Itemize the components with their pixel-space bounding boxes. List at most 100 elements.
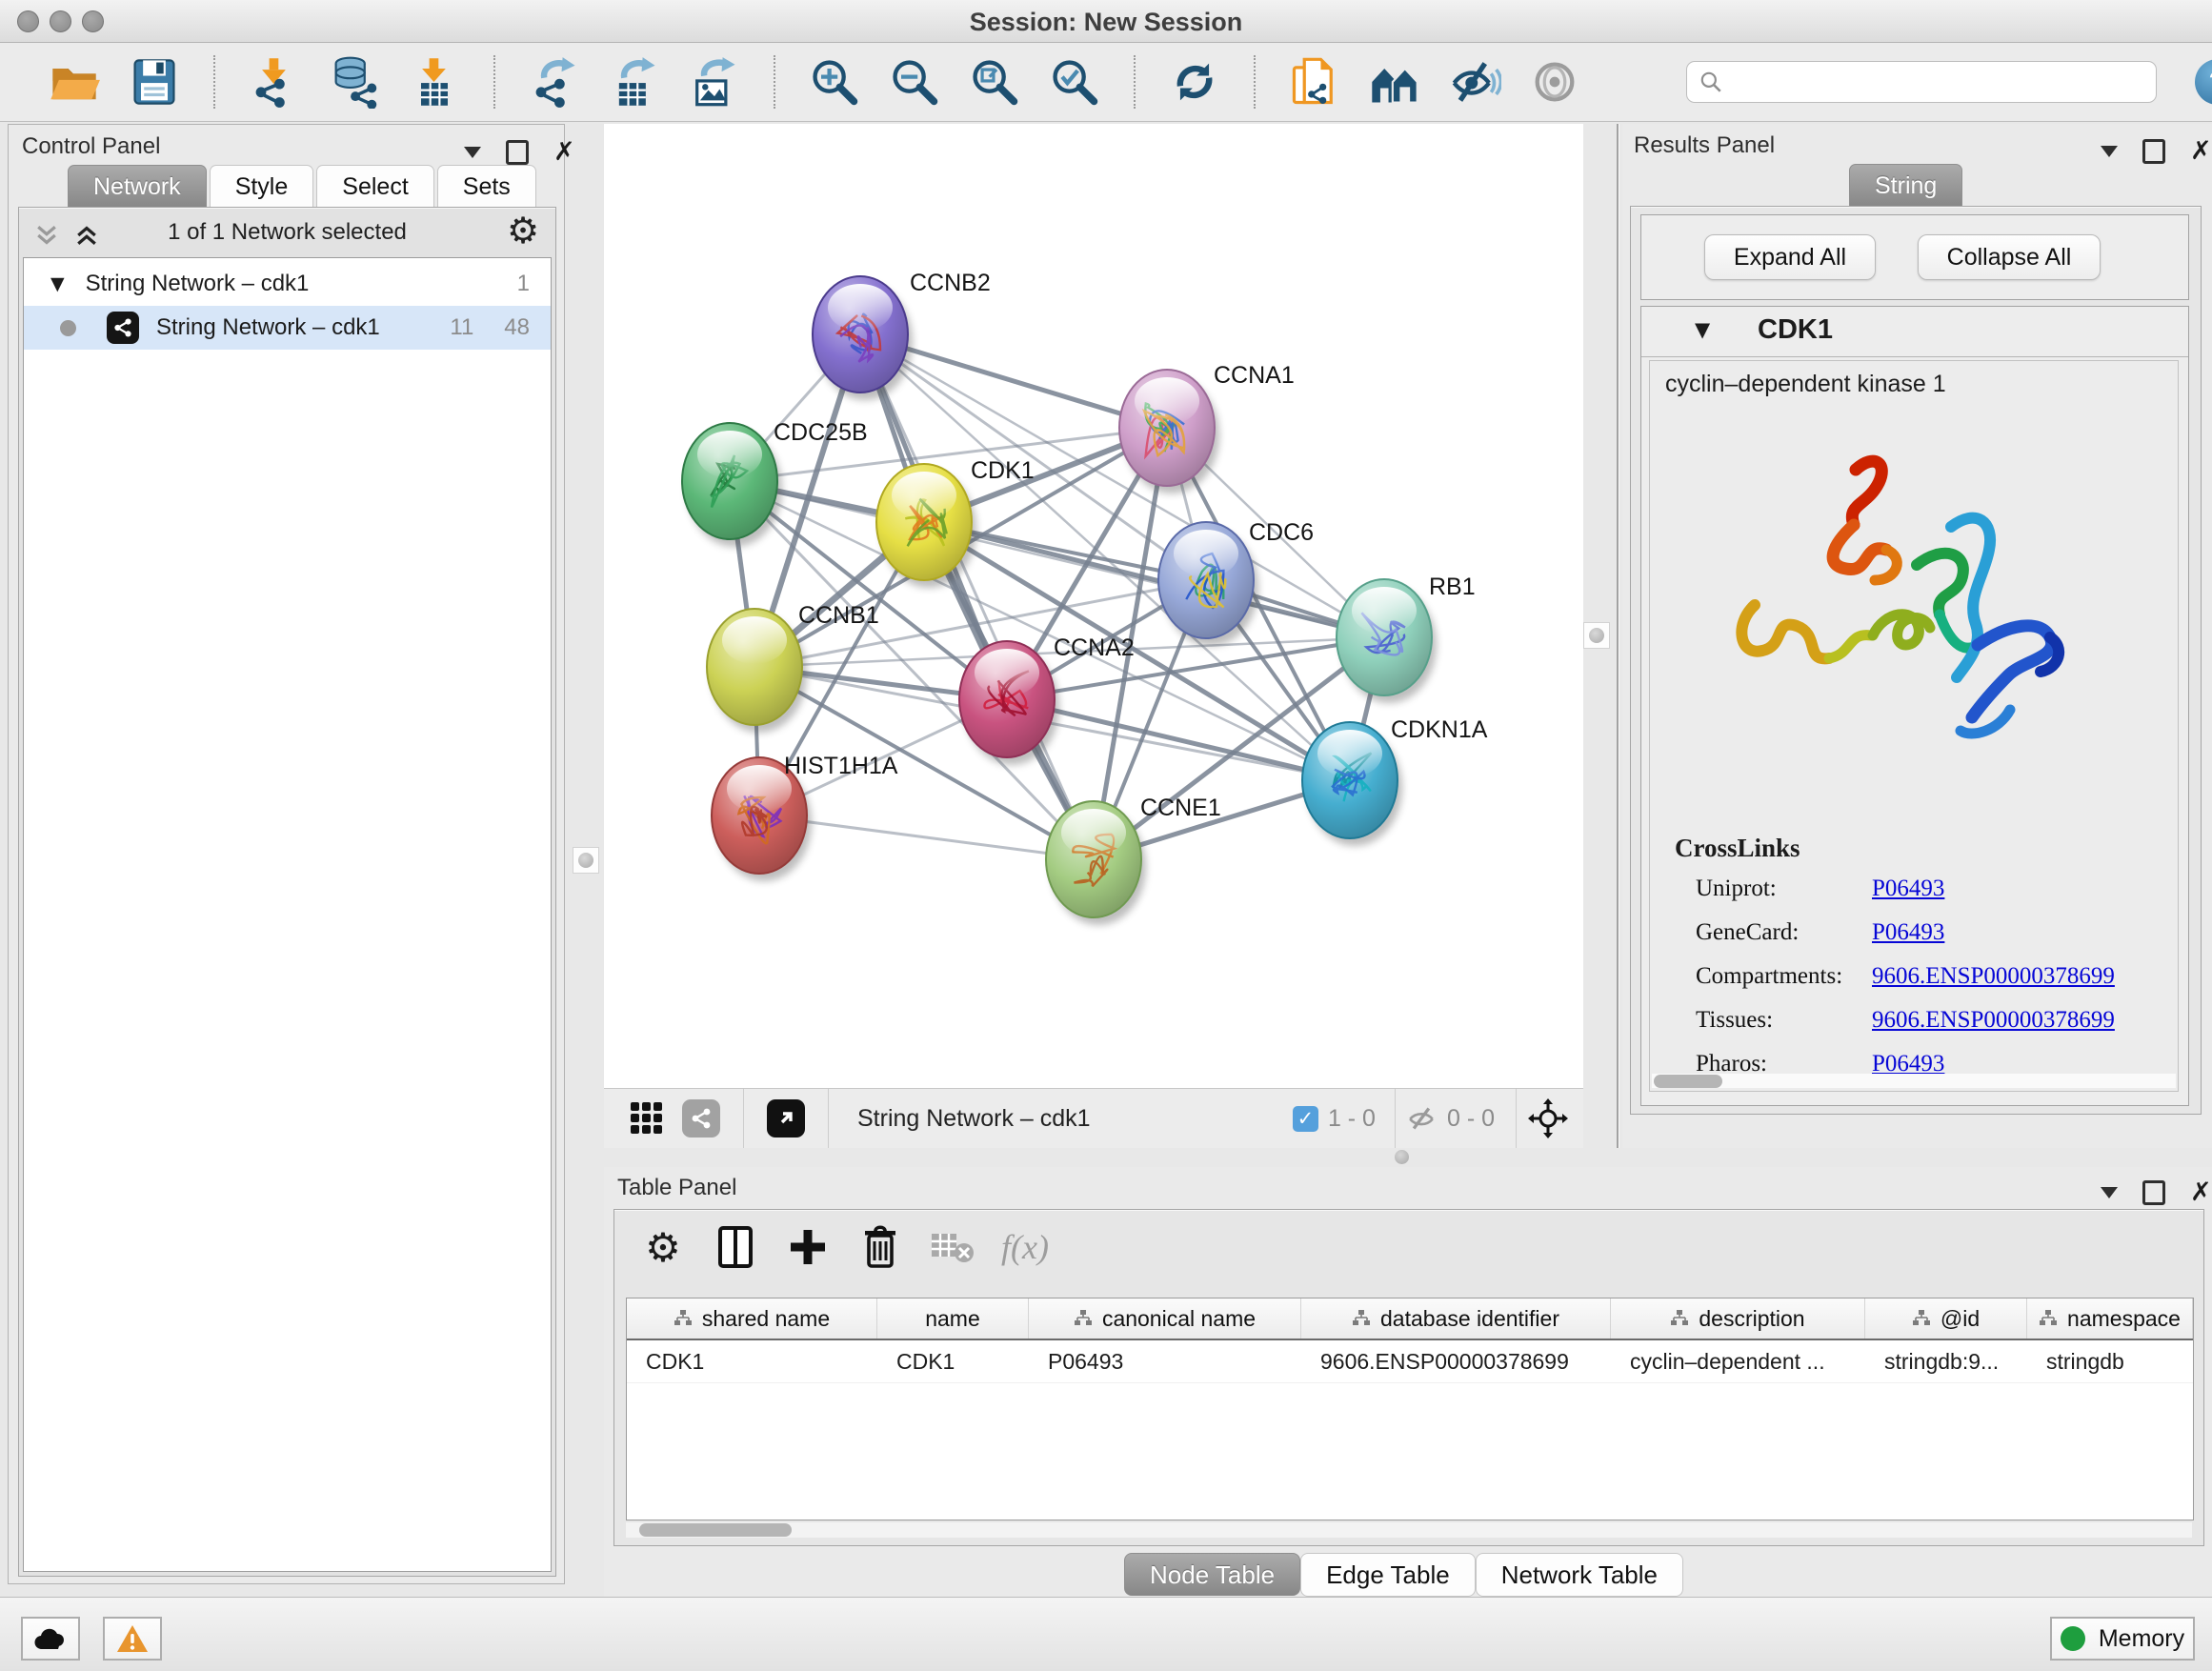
search-input[interactable] bbox=[1723, 68, 2127, 96]
crosslink-link[interactable]: P06493 bbox=[1872, 919, 1944, 946]
save-session-icon[interactable] bbox=[127, 54, 182, 110]
show-all-eye-icon[interactable] bbox=[1527, 54, 1582, 110]
network-status-dot-icon bbox=[60, 320, 76, 336]
right-splitter-handle[interactable] bbox=[1583, 622, 1610, 649]
import-network-file-icon[interactable] bbox=[247, 54, 302, 110]
crosslink-link[interactable]: 9606.ENSP00000378699 bbox=[1872, 1007, 2115, 1034]
tab-network-table[interactable]: Network Table bbox=[1476, 1553, 1683, 1597]
column-header-name[interactable]: name bbox=[877, 1299, 1029, 1339]
export-table-icon[interactable] bbox=[607, 54, 662, 110]
table-cell[interactable]: stringdb bbox=[2027, 1340, 2193, 1382]
export-image-icon[interactable] bbox=[687, 54, 742, 110]
table-panel-menu-icon[interactable] bbox=[2101, 1187, 2118, 1198]
share-view-icon[interactable] bbox=[682, 1099, 720, 1137]
table-cell[interactable]: cyclin–dependent ... bbox=[1611, 1340, 1865, 1382]
warning-button[interactable] bbox=[103, 1617, 162, 1661]
table-row[interactable]: CDK1CDK1P064939606.ENSP00000378699cyclin… bbox=[627, 1340, 2193, 1383]
hidden-eye-icon bbox=[1405, 1102, 1438, 1135]
zoom-fit-content-icon[interactable] bbox=[967, 54, 1022, 110]
column-header-canonical-name[interactable]: canonical name bbox=[1029, 1299, 1301, 1339]
selected-checkbox-icon[interactable]: ✓ bbox=[1293, 1106, 1318, 1132]
tab-node-table[interactable]: Node Table bbox=[1124, 1553, 1300, 1596]
search-field[interactable] bbox=[1686, 61, 2157, 103]
column-header-database-identifier[interactable]: database identifier bbox=[1301, 1299, 1611, 1339]
crosslink-link[interactable]: 9606.ENSP00000378699 bbox=[1872, 963, 2115, 990]
crosslink-row: Compartments:9606.ENSP00000378699 bbox=[1696, 963, 2162, 990]
table-panel-title: Table Panel bbox=[617, 1175, 736, 1201]
crosslink-link[interactable]: P06493 bbox=[1872, 876, 1944, 902]
delete-column-trash-icon[interactable] bbox=[855, 1221, 906, 1273]
crosslinks-title: CrossLinks bbox=[1675, 834, 1800, 863]
table-panel-float-icon[interactable] bbox=[2142, 1180, 2165, 1205]
network-options-gear-icon[interactable]: ⚙ bbox=[507, 210, 539, 252]
tab-edge-table[interactable]: Edge Table bbox=[1300, 1553, 1476, 1597]
results-panel-close-icon[interactable]: ✗ bbox=[2190, 142, 2212, 161]
delete-table-icon[interactable] bbox=[927, 1221, 978, 1273]
tab-style[interactable]: Style bbox=[210, 165, 314, 208]
tree-expand-icon[interactable]: ▼ bbox=[50, 273, 65, 294]
results-hscrollbar[interactable] bbox=[1652, 1074, 2176, 1088]
grid-view-icon[interactable] bbox=[629, 1100, 665, 1137]
function-builder-icon[interactable]: f(x) bbox=[999, 1221, 1051, 1273]
refresh-view-icon[interactable] bbox=[1167, 54, 1222, 110]
help-icon[interactable]: ? bbox=[2195, 59, 2212, 105]
node-label-CCNB1: CCNB1 bbox=[798, 602, 879, 629]
table-header-row: shared namenamecanonical namedatabase id… bbox=[627, 1299, 2193, 1340]
cloud-button[interactable] bbox=[21, 1617, 80, 1661]
results-panel-float-icon[interactable] bbox=[2142, 139, 2165, 164]
results-panel-menu-icon[interactable] bbox=[2101, 146, 2118, 157]
tab-network[interactable]: Network bbox=[68, 165, 207, 208]
gene-name: CDK1 bbox=[1758, 314, 1833, 346]
network-row[interactable]: String Network – cdk1 11 48 bbox=[24, 306, 551, 350]
export-network-icon[interactable] bbox=[527, 54, 582, 110]
table-panel-close-icon[interactable]: ✗ bbox=[2190, 1183, 2212, 1202]
hide-selected-eye-icon[interactable] bbox=[1447, 54, 1502, 110]
node-label-CDK1: CDK1 bbox=[971, 457, 1035, 484]
zoom-selected-icon[interactable] bbox=[1047, 54, 1102, 110]
add-column-icon[interactable] bbox=[782, 1221, 834, 1273]
table-cell[interactable]: stringdb:9... bbox=[1865, 1340, 2027, 1382]
table-options-gear-icon[interactable]: ⚙ bbox=[637, 1221, 689, 1273]
crosslink-label: GeneCard: bbox=[1696, 919, 1872, 946]
clone-network-icon[interactable] bbox=[1287, 54, 1342, 110]
table-cell[interactable]: CDK1 bbox=[627, 1340, 877, 1382]
table-panel: Table Panel ✗ ⚙ f(x) bbox=[604, 1167, 2212, 1597]
control-panel-menu-icon[interactable] bbox=[464, 147, 481, 158]
memory-button[interactable]: Memory bbox=[2050, 1617, 2195, 1661]
left-splitter-handle[interactable] bbox=[573, 847, 599, 874]
open-session-icon[interactable] bbox=[47, 54, 102, 110]
column-header-shared-name[interactable]: shared name bbox=[627, 1299, 877, 1339]
collapse-entry-icon[interactable]: ▼ bbox=[1695, 318, 1710, 341]
toolbar-separator bbox=[1134, 55, 1136, 109]
tab-sets[interactable]: Sets bbox=[437, 165, 536, 208]
tab-select[interactable]: Select bbox=[316, 165, 433, 208]
table-hscrollbar[interactable] bbox=[626, 1522, 2192, 1538]
horizontal-splitter-handle[interactable] bbox=[1395, 1150, 1409, 1164]
string-home-icon[interactable] bbox=[1367, 54, 1422, 110]
zoom-out-icon[interactable] bbox=[887, 54, 942, 110]
import-table-file-icon[interactable] bbox=[407, 54, 462, 110]
collapse-all-button[interactable]: Collapse All bbox=[1918, 234, 2101, 280]
results-hscrollbar-thumb[interactable] bbox=[1654, 1075, 1722, 1088]
network-canvas[interactable]: CCNB2CCNA1CDC25BCDK1CDC6RB1CCNB1CCNA2CDK… bbox=[604, 124, 1583, 1088]
birdseye-view-icon[interactable] bbox=[767, 1099, 805, 1137]
table-cell[interactable]: 9606.ENSP00000378699 bbox=[1301, 1340, 1611, 1382]
column-header-@id[interactable]: @id bbox=[1865, 1299, 2027, 1339]
network-collection-row[interactable]: ▼ String Network – cdk1 1 bbox=[24, 262, 551, 306]
control-panel-float-icon[interactable] bbox=[506, 140, 529, 165]
column-header-namespace[interactable]: namespace bbox=[2027, 1299, 2193, 1339]
network-edge-CCNB2-CCNE1[interactable] bbox=[860, 334, 1094, 859]
table-cell[interactable]: P06493 bbox=[1029, 1340, 1301, 1382]
table-hscrollbar-thumb[interactable] bbox=[639, 1523, 792, 1537]
import-network-database-icon[interactable] bbox=[327, 54, 382, 110]
control-panel-close-icon[interactable]: ✗ bbox=[553, 143, 575, 162]
crosshair-pan-icon[interactable] bbox=[1528, 1098, 1568, 1138]
expand-all-button[interactable]: Expand All bbox=[1704, 234, 1876, 280]
show-columns-icon[interactable] bbox=[710, 1221, 761, 1273]
current-network-name: String Network – cdk1 bbox=[857, 1105, 1091, 1133]
zoom-in-icon[interactable] bbox=[807, 54, 862, 110]
table-cell[interactable]: CDK1 bbox=[877, 1340, 1029, 1382]
column-header-description[interactable]: description bbox=[1611, 1299, 1865, 1339]
right-splitter[interactable] bbox=[1617, 124, 1619, 1148]
tab-string[interactable]: String bbox=[1849, 164, 1962, 207]
